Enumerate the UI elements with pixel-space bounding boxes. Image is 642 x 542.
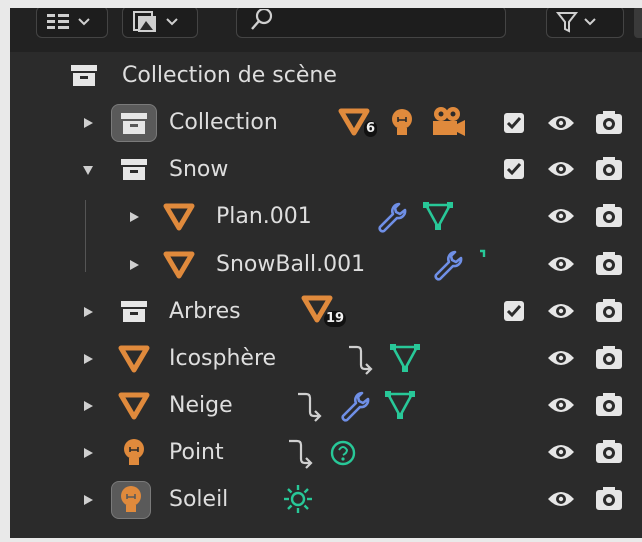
camera-render-icon[interactable] [594,392,624,418]
tree-row-snow[interactable]: Snow [10,146,642,193]
display-mode-dropdown[interactable] [36,8,108,38]
row-label: Soleil [169,487,229,512]
sun-light-data-icon[interactable] [282,483,314,515]
eye-icon[interactable] [546,393,576,417]
filter-view-icon [131,10,161,34]
mesh-data-icon[interactable] [383,389,417,421]
mesh-object-icon [118,391,150,421]
row-label: SnowBall.001 [216,252,366,277]
mesh-object-icon [118,344,150,374]
mesh-object-icon [163,202,195,232]
tree-row-point[interactable]: Point [10,429,642,476]
camera-render-icon[interactable] [594,110,624,136]
parent-relation-icon [294,390,326,422]
tree-row-snowball-001[interactable]: SnowBall.001 [10,241,642,288]
filter-dropdown[interactable] [546,8,624,38]
object-count-badge: 6 [364,121,378,137]
light-icon [388,107,416,139]
expand-arrow-icon[interactable] [80,99,96,146]
object-count-badge: 19 [324,311,347,327]
chevron-down-icon [77,17,91,27]
camera-render-icon[interactable] [594,298,624,324]
row-label: Arbres [169,299,241,324]
light-data-icon[interactable] [328,438,358,468]
collection-icon [111,104,157,142]
wrench-icon[interactable] [375,201,407,233]
row-label: Collection de scène [122,63,337,88]
eye-icon[interactable] [546,299,576,323]
mesh-data-icon[interactable] [388,342,422,374]
outliner-panel: Collection de scène Collection 6 Snow Pl… [10,8,642,538]
collection-icon [117,156,151,182]
camera-render-icon[interactable] [594,345,624,371]
row-label: Icosphère [169,346,277,371]
chevron-down-icon [583,17,597,27]
checkbox-icon[interactable] [503,158,525,180]
expand-arrow-icon[interactable] [80,429,96,476]
checkbox-icon[interactable] [503,112,525,134]
parent-relation-icon [345,343,377,375]
eye-icon[interactable] [546,204,576,228]
eye-icon[interactable] [546,346,576,370]
display-mode-icon [45,11,73,33]
tree-row-icosphere[interactable]: Icosphère [10,335,642,382]
eye-icon[interactable] [546,252,576,276]
search-input[interactable] [281,11,495,35]
expand-arrow-icon[interactable] [80,288,96,335]
tree-row-plan-001[interactable]: Plan.001 [10,193,642,240]
row-label: Neige [169,393,233,418]
mesh-data-icon[interactable] [478,249,486,263]
camera-render-icon[interactable] [594,251,624,277]
tree-row-neige[interactable]: Neige [10,382,642,429]
expand-arrow-icon[interactable] [80,476,96,523]
camera-render-icon[interactable] [594,156,624,182]
collapse-arrow-icon[interactable] [80,146,96,193]
eye-icon[interactable] [546,111,576,135]
eye-icon[interactable] [546,440,576,464]
tree-row-scene-collection[interactable]: Collection de scène [10,52,642,99]
parent-relation-icon [285,437,317,469]
camera-render-icon[interactable] [594,439,624,465]
row-label: Point [169,440,224,465]
camera-render-icon[interactable] [594,203,624,229]
row-label: Plan.001 [216,204,312,229]
row-label: Collection [169,110,278,135]
expand-arrow-icon[interactable] [80,382,96,429]
tree-row-collection[interactable]: Collection 6 [10,99,642,146]
eye-icon[interactable] [546,487,576,511]
mesh-object-icon [163,250,195,280]
row-label: Snow [169,157,229,182]
funnel-icon [555,10,579,34]
tree-row-arbres[interactable]: Arbres 19 [10,288,642,335]
collection-icon [67,62,101,88]
expand-arrow-icon[interactable] [80,335,96,382]
light-icon [111,481,151,519]
filter-view-dropdown[interactable] [122,8,198,38]
header-overflow-edge [634,8,642,38]
chevron-down-icon [165,17,179,27]
checkbox-icon[interactable] [503,300,525,322]
wrench-icon[interactable] [431,249,463,281]
camera-icon [429,106,467,138]
mesh-data-icon[interactable] [421,200,455,232]
search-field[interactable] [236,8,506,38]
wrench-icon[interactable] [338,390,370,422]
tree-row-soleil[interactable]: Soleil [10,476,642,523]
camera-render-icon[interactable] [594,486,624,512]
expand-arrow-icon[interactable] [126,241,142,288]
outliner-header [10,8,642,52]
light-icon [120,437,148,469]
search-icon [249,9,275,31]
eye-icon[interactable] [546,157,576,181]
collection-icon [117,298,151,324]
expand-arrow-icon[interactable] [126,193,142,240]
